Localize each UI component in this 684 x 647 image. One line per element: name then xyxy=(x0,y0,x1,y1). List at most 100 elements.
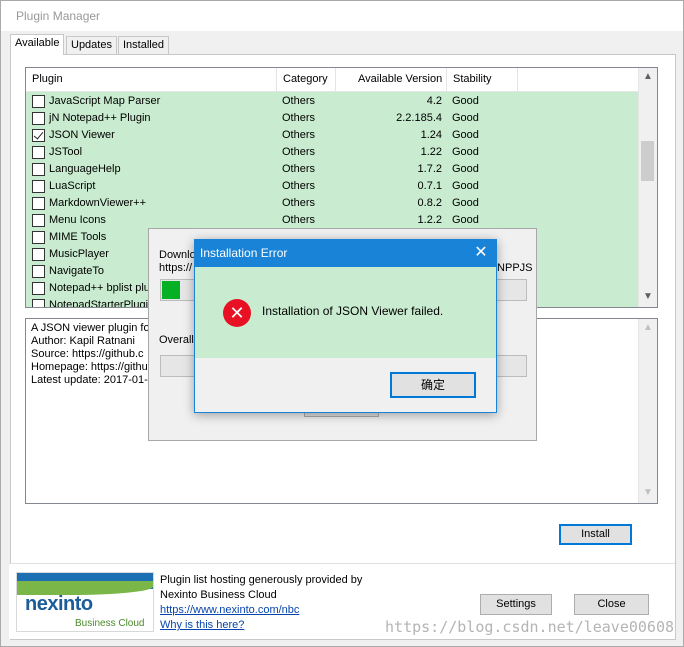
plugin-version: 1.22 xyxy=(420,146,442,158)
plugin-name: MusicPlayer xyxy=(49,248,109,260)
plugin-category: Others xyxy=(282,129,316,141)
install-button[interactable]: Install xyxy=(559,524,632,545)
description-line: Author: Kapil Ratnani xyxy=(31,335,135,347)
error-icon: ✕ xyxy=(223,299,251,327)
description-line: A JSON viewer plugin for xyxy=(31,322,154,334)
plugin-name: jN Notepad++ Plugin xyxy=(49,112,151,124)
error-dialog-body: ✕ Installation of JSON Viewer failed. xyxy=(195,267,496,358)
plugin-row[interactable]: MarkdownViewer++ Others 0.8.2 Good xyxy=(26,195,638,212)
plugin-checkbox[interactable] xyxy=(32,265,45,278)
tab-updates[interactable]: Updates xyxy=(66,36,117,54)
plugin-version: 2.2.185.4 xyxy=(396,112,442,124)
plugin-category: Others xyxy=(282,112,316,124)
column-header-available-version[interactable]: Available Version xyxy=(336,68,447,92)
ok-button[interactable]: 确定 xyxy=(390,372,476,398)
scrollbar-thumb[interactable] xyxy=(641,141,654,181)
plugin-stability: Good xyxy=(452,129,479,141)
window-title: Plugin Manager xyxy=(16,9,101,23)
scroll-up-arrow-icon[interactable]: ▲ xyxy=(643,322,653,333)
scroll-up-arrow-icon[interactable]: ▲ xyxy=(643,71,653,82)
plugin-name: Notepad++ bplist plu xyxy=(49,282,150,294)
plugin-version: 4.2 xyxy=(426,95,442,107)
plugin-row[interactable]: jN Notepad++ Plugin Others 2.2.185.4 Good xyxy=(26,110,638,127)
plugin-category: Others xyxy=(282,197,316,209)
plugin-row[interactable]: JSTool Others 1.22 Good xyxy=(26,144,638,161)
plugin-checkbox[interactable] xyxy=(32,231,45,244)
plugin-checkbox[interactable] xyxy=(32,197,45,210)
logo-tagline: Business Cloud xyxy=(75,618,145,629)
close-icon[interactable]: ✕ xyxy=(470,243,492,263)
plugin-name: LuaScript xyxy=(49,180,96,192)
download-label: Downlo https:// xyxy=(159,249,196,275)
plugin-row[interactable]: LuaScript Others 0.7.1 Good xyxy=(26,178,638,195)
column-header-plugin[interactable]: Plugin xyxy=(26,68,277,92)
plugin-name: Menu Icons xyxy=(49,214,106,226)
plugin-category: Others xyxy=(282,163,316,175)
hosting-credit-line1: Plugin list hosting generously provided … xyxy=(160,574,363,586)
plugin-version: 1.7.2 xyxy=(417,163,442,175)
error-dialog-title: Installation Error xyxy=(200,246,288,260)
error-dialog-titlebar[interactable]: Installation Error ✕ xyxy=(195,240,496,267)
nexinto-link[interactable]: https://www.nexinto.com/nbc xyxy=(160,604,299,616)
plugin-row[interactable]: Menu Icons Others 1.2.2 Good xyxy=(26,212,638,229)
plugin-checkbox[interactable] xyxy=(32,299,45,307)
plugin-checkbox[interactable] xyxy=(32,248,45,261)
description-line: Source: https://github.c xyxy=(31,348,144,360)
plugin-name: JavaScript Map Parser xyxy=(49,95,161,107)
close-button[interactable]: Close xyxy=(574,594,649,615)
plugin-checkbox[interactable] xyxy=(32,129,45,142)
plugin-checkbox[interactable] xyxy=(32,95,45,108)
description-line: Homepage: https://githu xyxy=(31,361,148,373)
plugin-version: 1.24 xyxy=(420,129,442,141)
scroll-down-arrow-icon[interactable]: ▼ xyxy=(643,291,653,302)
plugin-name: JSON Viewer xyxy=(49,129,115,141)
description-line: Latest update: 2017-01- xyxy=(31,374,148,386)
download-label-line1: Downlo xyxy=(159,249,196,261)
plugin-category: Others xyxy=(282,146,316,158)
plugin-name: MarkdownViewer++ xyxy=(49,197,147,209)
title-bar[interactable]: Plugin Manager xyxy=(1,1,683,31)
error-message: Installation of JSON Viewer failed. xyxy=(262,304,444,318)
nexinto-logo: nexinto Business Cloud xyxy=(16,572,154,632)
plugin-stability: Good xyxy=(452,163,479,175)
plugin-version: 0.8.2 xyxy=(417,197,442,209)
plugin-list-header: Plugin Category Available Version Stabil… xyxy=(26,68,638,92)
plugin-checkbox[interactable] xyxy=(32,146,45,159)
scroll-down-arrow-icon[interactable]: ▼ xyxy=(643,487,653,498)
plugin-row[interactable]: JavaScript Map Parser Others 4.2 Good xyxy=(26,93,638,110)
plugin-checkbox[interactable] xyxy=(32,112,45,125)
plugin-name: LanguageHelp xyxy=(49,163,121,175)
plugin-category: Others xyxy=(282,180,316,192)
watermark: https://blog.csdn.net/leave00608 xyxy=(385,618,674,636)
tab-installed[interactable]: Installed xyxy=(118,36,169,54)
installation-error-dialog: Installation Error ✕ ✕ Installation of J… xyxy=(194,239,497,413)
download-url-tail: /NPPJS xyxy=(494,262,533,274)
column-header-category[interactable]: Category xyxy=(277,68,336,92)
plugin-category: Others xyxy=(282,95,316,107)
plugin-checkbox[interactable] xyxy=(32,214,45,227)
hosting-credit-line2: Nexinto Business Cloud xyxy=(160,589,277,601)
plugin-checkbox[interactable] xyxy=(32,180,45,193)
overall-label: Overall xyxy=(159,334,194,346)
column-header-stability[interactable]: Stability xyxy=(447,68,518,92)
plugin-name: NavigateTo xyxy=(49,265,105,277)
tab-available[interactable]: Available xyxy=(10,34,65,55)
plugin-version: 0.7.1 xyxy=(417,180,442,192)
plugin-stability: Good xyxy=(452,180,479,192)
settings-button[interactable]: Settings xyxy=(480,594,552,615)
hosting-credit: Plugin list hosting generously provided … xyxy=(160,573,362,633)
plugin-checkbox[interactable] xyxy=(32,282,45,295)
logo-wordmark: nexinto xyxy=(25,593,93,615)
plugin-stability: Good xyxy=(452,95,479,107)
download-label-line2: https:// xyxy=(159,262,193,274)
plugin-name: MIME Tools xyxy=(49,231,107,243)
plugin-checkbox[interactable] xyxy=(32,163,45,176)
plugin-name: NotepadStarterPlugin xyxy=(49,299,155,307)
plugin-row[interactable]: LanguageHelp Others 1.7.2 Good xyxy=(26,161,638,178)
plugin-stability: Good xyxy=(452,112,479,124)
description-scrollbar[interactable]: ▲ ▼ xyxy=(638,319,657,503)
why-here-link[interactable]: Why is this here? xyxy=(160,619,244,631)
plugin-row[interactable]: JSON Viewer Others 1.24 Good xyxy=(26,127,638,144)
plugin-list-scrollbar[interactable]: ▲ ▼ xyxy=(638,68,657,307)
plugin-stability: Good xyxy=(452,197,479,209)
